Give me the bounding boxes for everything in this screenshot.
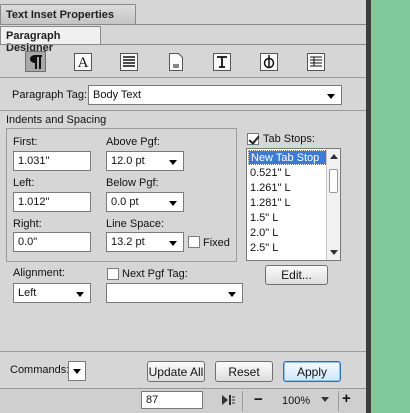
divider (0, 351, 366, 352)
chevron-down-icon (73, 369, 81, 374)
scroll-down-icon[interactable] (330, 250, 338, 255)
paragraph-icon[interactable] (25, 51, 46, 72)
zoom-in-icon[interactable]: + (342, 390, 351, 407)
divider (0, 110, 366, 111)
chevron-down-icon (228, 292, 236, 297)
paragraph-tag-value: Body Text (93, 89, 142, 101)
chevron-down-icon (327, 94, 335, 99)
divider (242, 391, 243, 411)
tab-paragraph-designer[interactable]: Paragraph Designer (0, 26, 101, 54)
first-indent-label: First: (13, 136, 38, 148)
alignment-select[interactable]: Left (13, 283, 91, 303)
below-pgf-label: Below Pgf: (106, 177, 159, 189)
commands-label: Commands: (10, 364, 70, 376)
divider (0, 24, 366, 25)
commands-select[interactable] (68, 361, 86, 381)
tab-stops-label: Tab Stops: (263, 133, 315, 145)
scroll-thumb[interactable] (329, 169, 338, 193)
window-title: Text Inset Properties (0, 4, 136, 24)
chevron-down-icon (76, 292, 84, 297)
left-indent-field[interactable]: 1.012" (13, 192, 91, 212)
alignment-label: Alignment: (13, 267, 65, 279)
text-frame-icon[interactable] (211, 51, 232, 72)
apply-button[interactable]: Apply (283, 361, 341, 382)
chevron-down-icon (169, 160, 177, 165)
justify-icon[interactable] (118, 51, 139, 72)
chevron-down-icon (169, 241, 177, 246)
svg-text:A: A (77, 55, 88, 71)
edit-tab-button[interactable]: Edit... (265, 265, 328, 285)
paragraph-tag-select[interactable]: Body Text (88, 85, 342, 105)
line-space-label: Line Space: (106, 218, 165, 230)
divider (338, 391, 339, 411)
window-edge (366, 0, 371, 413)
zoom-level[interactable]: 100% (282, 395, 310, 407)
fixed-checkbox[interactable] (188, 236, 200, 248)
reset-button[interactable]: Reset (215, 361, 273, 382)
above-pgf-label: Above Pgf: (106, 136, 160, 148)
right-indent-field[interactable]: 0.0" (13, 232, 91, 252)
page-icon[interactable] (165, 51, 186, 72)
fixed-label: Fixed (203, 237, 230, 249)
scroll-up-icon[interactable] (330, 154, 338, 159)
zoom-menu-icon[interactable] (318, 392, 332, 406)
status-bar: 87 − 100% + (0, 388, 366, 413)
line-space-select[interactable]: 13.2 pt (106, 232, 184, 252)
tab-stops-checkbox[interactable] (247, 133, 259, 145)
paragraph-designer-panel: Text Inset Properties Paragraph Designer… (0, 0, 366, 413)
page-nav-icon[interactable] (220, 393, 236, 410)
chevron-down-icon (169, 201, 177, 206)
paragraph-tag-label: Paragraph Tag: (12, 89, 88, 101)
right-indent-label: Right: (13, 218, 42, 230)
above-pgf-value: 12.0 pt (111, 155, 145, 167)
above-pgf-select[interactable]: 12.0 pt (106, 151, 184, 171)
next-pgf-label: Next Pgf Tag: (122, 268, 188, 280)
next-pgf-select[interactable] (106, 283, 243, 303)
below-pgf-select[interactable]: 0.0 pt (106, 192, 184, 212)
alignment-value: Left (18, 287, 37, 299)
below-pgf-value: 0.0 pt (111, 196, 139, 208)
tab-stops-scrollbar[interactable] (326, 149, 340, 260)
table-cell-icon[interactable] (305, 51, 326, 72)
font-icon[interactable]: A (72, 51, 93, 72)
asian-icon[interactable] (258, 51, 279, 72)
left-indent-label: Left: (13, 177, 35, 189)
zoom-out-icon[interactable]: − (254, 391, 263, 408)
divider (0, 44, 366, 45)
page-number-field[interactable]: 87 (141, 391, 203, 409)
first-indent-field[interactable]: 1.031" (13, 151, 91, 171)
tab-stops-list[interactable]: New Tab Stop 0.521" L 1.261" L 1.281" L … (246, 148, 341, 261)
next-pgf-checkbox[interactable] (107, 268, 119, 280)
line-space-value: 13.2 pt (111, 236, 145, 248)
divider (0, 77, 366, 78)
indents-heading: Indents and Spacing (6, 114, 107, 126)
update-all-button[interactable]: Update All (147, 361, 205, 382)
